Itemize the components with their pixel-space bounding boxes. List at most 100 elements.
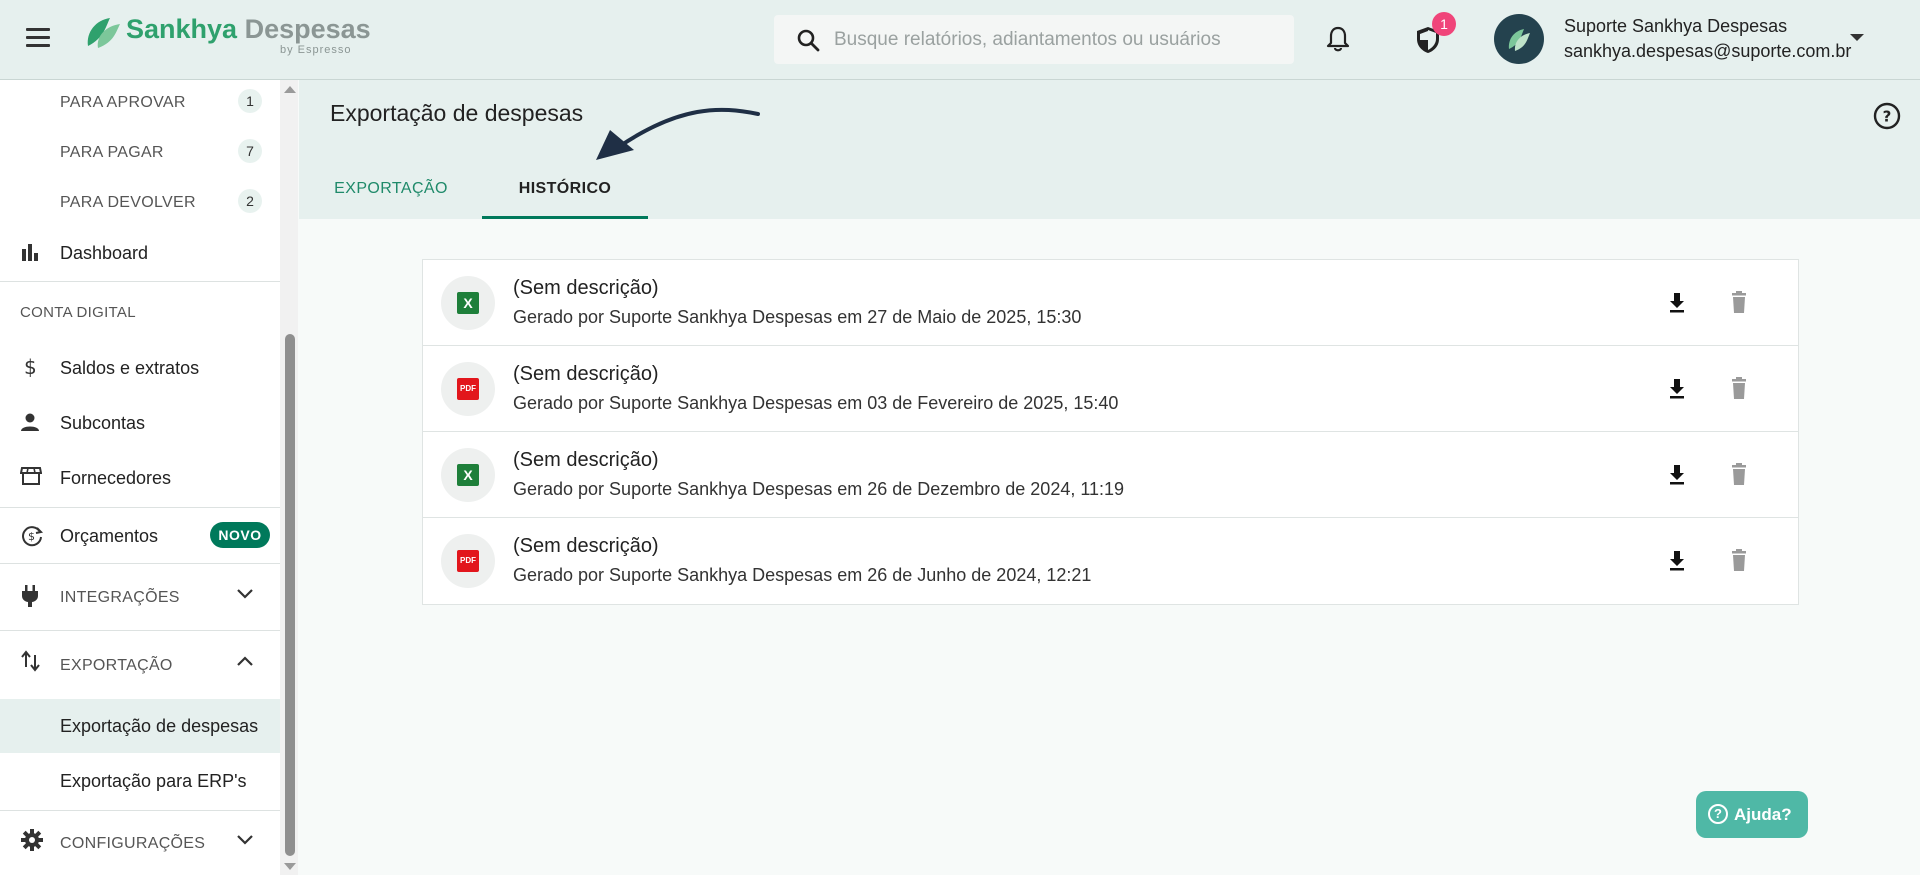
- person-icon: [21, 413, 39, 431]
- user-menu-caret-icon[interactable]: [1850, 34, 1864, 41]
- excel-file-icon: X: [441, 276, 495, 330]
- item-subtitle: Gerado por Suporte Sankhya Despesas em 2…: [513, 479, 1125, 499]
- sidebar-item-dashboard[interactable]: Dashboard: [0, 228, 280, 278]
- search-input[interactable]: [834, 15, 1284, 64]
- item-title: (Sem descrição): [513, 535, 659, 557]
- logo-leaf-icon: [87, 18, 120, 48]
- list-item: PDF (Sem descrição) Gerado por Suporte S…: [423, 346, 1798, 432]
- help-button-label: Ajuda?: [1734, 805, 1792, 824]
- list-item: X (Sem descrição) Gerado por Suporte San…: [423, 260, 1798, 346]
- trash-icon[interactable]: [1725, 461, 1753, 489]
- arrow-annotation-icon: [596, 107, 760, 160]
- scroll-down-arrow-icon[interactable]: [284, 863, 296, 870]
- sidebar-item-label: Exportação para ERP's: [60, 771, 247, 791]
- sidebar-item-label: PARA PAGAR: [60, 144, 164, 161]
- logo-brand: Sankhya Despesas: [126, 14, 371, 44]
- count-badge: 1: [238, 89, 262, 113]
- tab-historico[interactable]: HISTÓRICO: [482, 164, 648, 219]
- section-title-conta-digital: CONTA DIGITAL: [20, 304, 136, 321]
- sidebar-item-label: Exportação de despesas: [60, 716, 259, 736]
- search-icon: [797, 29, 820, 52]
- item-title: (Sem descrição): [513, 363, 659, 385]
- excel-file-icon: X: [441, 448, 495, 502]
- sidebar-item-saldos[interactable]: $ Saldos e extratos: [0, 342, 280, 392]
- avatar[interactable]: [1494, 14, 1544, 64]
- download-icon[interactable]: [1663, 461, 1691, 489]
- bell-icon[interactable]: [1325, 25, 1351, 53]
- sidebar-item-exportacao-despesas[interactable]: Exportação de despesas: [0, 699, 280, 753]
- chevron-up-icon: [237, 656, 253, 666]
- logo-subtitle: by Espresso: [280, 44, 352, 56]
- divider: [0, 563, 280, 564]
- trash-icon[interactable]: [1725, 289, 1753, 317]
- sidebar: PARA APROVAR 1 PARA PAGAR 7 PARA DEVOLVE…: [0, 80, 298, 875]
- list-item: X (Sem descrição) Gerado por Suporte San…: [423, 432, 1798, 518]
- trash-icon[interactable]: [1725, 375, 1753, 403]
- item-subtitle: Gerado por Suporte Sankhya Despesas em 0…: [513, 393, 1119, 413]
- sidebar-item-para-devolver[interactable]: PARA DEVOLVER 2: [0, 180, 280, 222]
- divider: [0, 630, 280, 631]
- divider: [0, 810, 280, 811]
- sidebar-item-configuracoes[interactable]: CONFIGURAÇÕES: [0, 813, 280, 873]
- sidebar-item-label: PARA DEVOLVER: [60, 194, 196, 211]
- sidebar-item-exportacao[interactable]: EXPORTAÇÃO: [0, 633, 280, 693]
- sidebar-item-label: Dashboard: [60, 243, 149, 263]
- page-title: Exportação de despesas: [330, 100, 584, 126]
- count-badge: 2: [238, 189, 262, 213]
- chevron-down-icon: [237, 589, 253, 599]
- sidebar-item-integracoes[interactable]: INTEGRAÇÕES: [0, 567, 280, 627]
- user-name[interactable]: Suporte Sankhya Despesas: [1564, 16, 1787, 37]
- sidebar-scroll-thumb[interactable]: [285, 334, 295, 856]
- sidebar-item-exportacao-erp[interactable]: Exportação para ERP's: [0, 754, 280, 808]
- chevron-down-icon: [237, 835, 253, 845]
- search-box: [774, 15, 1294, 64]
- notification-badge: 1: [1432, 12, 1456, 36]
- svg-text:$: $: [24, 356, 37, 378]
- sidebar-item-label: Subcontas: [60, 413, 146, 433]
- pdf-file-icon: PDF: [441, 362, 495, 416]
- sidebar-item-orcamentos[interactable]: $ Orçamentos NOVO: [0, 510, 280, 560]
- item-title: (Sem descrição): [513, 277, 659, 299]
- sidebar-item-para-aprovar[interactable]: PARA APROVAR 1: [0, 80, 280, 122]
- user-email[interactable]: sankhya.despesas@suporte.com.br: [1564, 41, 1851, 62]
- sidebar-item-label: PARA APROVAR: [60, 94, 186, 111]
- help-circle-icon[interactable]: ?: [1872, 101, 1902, 131]
- sidebar-item-label: Fornecedores: [60, 468, 172, 488]
- item-subtitle: Gerado por Suporte Sankhya Despesas em 2…: [513, 565, 1092, 585]
- sidebar-item-fornecedores[interactable]: Fornecedores: [0, 452, 280, 502]
- avatar-logo-icon: [1508, 29, 1530, 51]
- item-subtitle: Gerado por Suporte Sankhya Despesas em 2…: [513, 307, 1082, 327]
- refresh-dollar-icon: $: [22, 526, 44, 547]
- menu-icon[interactable]: [26, 28, 52, 50]
- sidebar-item-label: Orçamentos: [60, 526, 159, 546]
- sidebar-item-label: EXPORTAÇÃO: [60, 657, 173, 674]
- sidebar-item-label: CONFIGURAÇÕES: [60, 835, 206, 852]
- svg-text:?: ?: [1883, 108, 1892, 126]
- swap-vertical-icon: [21, 650, 40, 672]
- bar-chart-icon: [22, 244, 38, 261]
- sidebar-item-para-pagar[interactable]: PARA PAGAR 7: [0, 130, 280, 172]
- gear-icon: [21, 829, 43, 851]
- trash-icon[interactable]: [1725, 547, 1753, 575]
- download-icon[interactable]: [1663, 289, 1691, 317]
- svg-text:$: $: [28, 530, 35, 543]
- item-title: (Sem descrição): [513, 449, 659, 471]
- tab-exportacao[interactable]: EXPORTAÇÃO: [330, 164, 452, 219]
- dollar-icon: $: [24, 356, 37, 378]
- pdf-file-icon: PDF: [441, 534, 495, 588]
- download-icon[interactable]: [1663, 547, 1691, 575]
- divider: [0, 507, 280, 508]
- new-badge: NOVO: [210, 522, 270, 548]
- list-item: PDF (Sem descrição) Gerado por Suporte S…: [423, 518, 1798, 604]
- count-badge: 7: [238, 139, 262, 163]
- help-chat-button[interactable]: ? Ajuda?: [1696, 791, 1808, 838]
- help-circle-icon: ?: [1708, 804, 1728, 824]
- sidebar-item-subcontas[interactable]: Subcontas: [0, 397, 280, 447]
- store-icon: [20, 467, 42, 485]
- sidebar-item-label: Saldos e extratos: [60, 358, 200, 378]
- history-list: X (Sem descrição) Gerado por Suporte San…: [422, 259, 1799, 605]
- download-icon[interactable]: [1663, 375, 1691, 403]
- scroll-up-arrow-icon[interactable]: [284, 86, 296, 93]
- plug-icon: [22, 585, 38, 607]
- top-header: Sankhya Despesas by Espresso 1 Suporte S…: [0, 0, 1920, 80]
